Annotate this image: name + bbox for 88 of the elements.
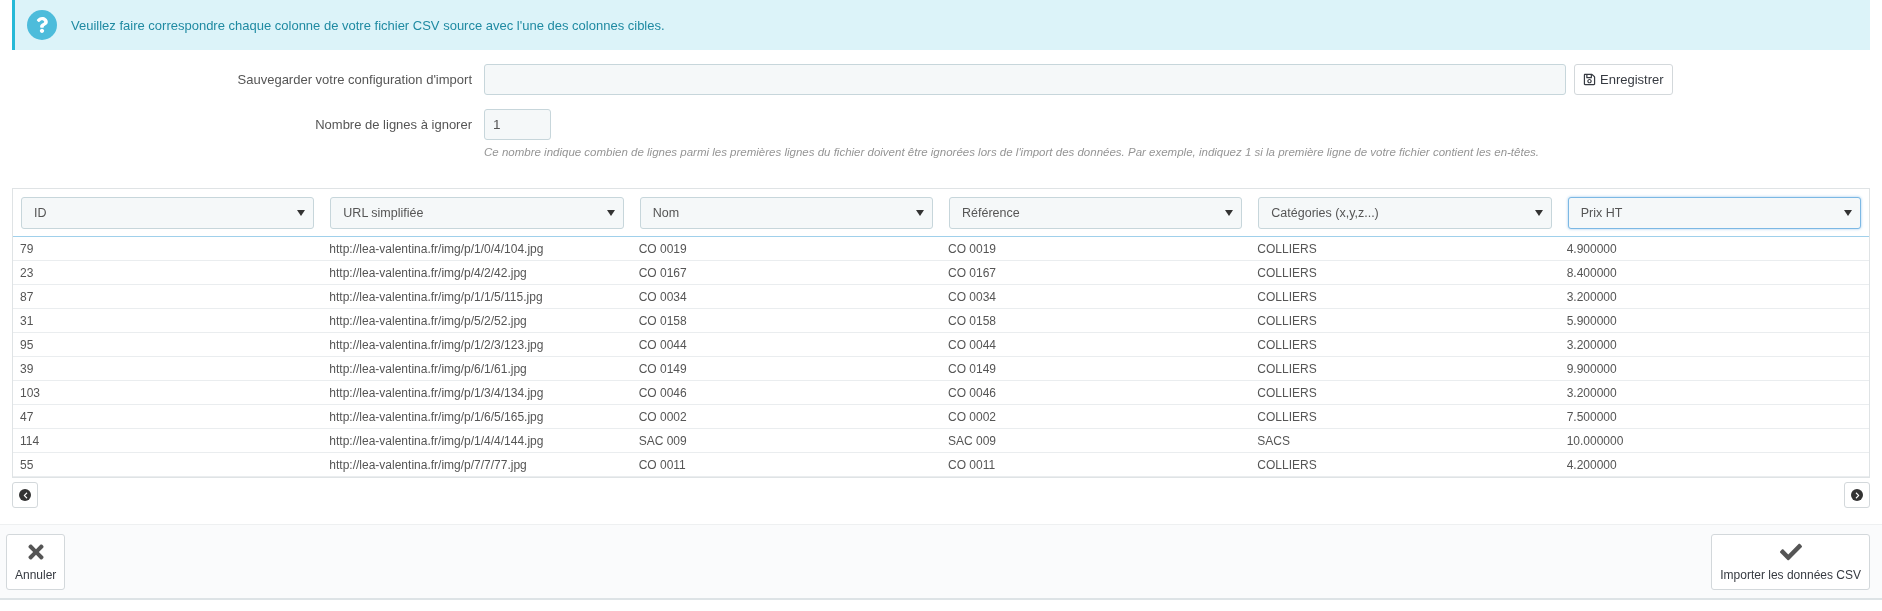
config-name-input[interactable] xyxy=(484,64,1566,95)
caret-icon xyxy=(1225,210,1234,216)
chevron-left-icon xyxy=(19,489,31,501)
caret-icon xyxy=(1844,210,1852,216)
table-cell: COLLIERS xyxy=(1250,285,1560,309)
table-cell: 9.900000 xyxy=(1559,357,1869,381)
field-label: Sauvegarder votre configuration d'import xyxy=(236,72,472,87)
column-select[interactable]: Catégories (x,y,z...) xyxy=(1258,197,1552,229)
next-button[interactable] xyxy=(1844,482,1870,508)
table-cell: CO 0034 xyxy=(631,285,941,309)
caret-icon xyxy=(606,210,615,216)
table-cell: COLLIERS xyxy=(1250,261,1560,285)
table-cell: 114 xyxy=(13,429,323,453)
table-cell: CO 0167 xyxy=(941,261,1251,285)
question-icon xyxy=(27,10,57,40)
table-cell: CO 0019 xyxy=(631,237,941,261)
table-cell: COLLIERS xyxy=(1250,357,1560,381)
column-select[interactable]: Nom xyxy=(639,197,933,229)
table-cell: SAC 009 xyxy=(941,429,1251,453)
table-cell: CO 0011 xyxy=(631,453,941,477)
table-cell: COLLIERS xyxy=(1250,309,1560,333)
table-cell: 87 xyxy=(13,285,323,309)
alert-text: Veuillez faire correspondre chaque colonne de votre fichier CSV source avec l'une des colonnes cibles. xyxy=(71,17,665,33)
table-cell: http://lea-valentina.fr/img/p/5/2/52.jpg xyxy=(322,309,632,333)
table-cell: 3.200000 xyxy=(1559,381,1869,405)
table-cell: CO 0167 xyxy=(631,261,941,285)
table-cell: CO 0034 xyxy=(941,285,1251,309)
help-text: Ce nombre indique combien de lignes parmi les premières lignes du fichier doivent être ignorées lors de l'import des données. Par exemple, indiquez 1 si la première ligne de votre fichier contient les en-têtes. xyxy=(484,146,1540,158)
table-cell: http://lea-valentina.fr/img/p/1/6/5/165.jpg xyxy=(322,405,632,429)
table-cell: CO 0149 xyxy=(941,357,1251,381)
table-cell: 103 xyxy=(13,381,323,405)
save-button[interactable]: Enregistrer xyxy=(1574,64,1673,95)
table-cell: http://lea-valentina.fr/img/p/4/2/42.jpg xyxy=(322,261,632,285)
table-cell: COLLIERS xyxy=(1250,333,1560,357)
table-cell: 39 xyxy=(13,357,323,381)
table-cell: 3.200000 xyxy=(1559,285,1869,309)
table-cell: CO 0158 xyxy=(941,309,1251,333)
table-cell: COLLIERS xyxy=(1250,381,1560,405)
caret-icon xyxy=(1534,210,1543,216)
skip-lines-input[interactable]: 1 xyxy=(484,109,551,140)
table-cell: CO 0019 xyxy=(941,237,1251,261)
table-cell: http://lea-valentina.fr/img/p/1/0/4/104.jpg xyxy=(322,237,632,261)
table-cell: CO 0002 xyxy=(631,405,941,429)
table-cell: SACS xyxy=(1250,429,1560,453)
table-cell: CO 0158 xyxy=(631,309,941,333)
table-cell: CO 0011 xyxy=(941,453,1251,477)
table-cell: 79 xyxy=(13,237,323,261)
previous-button[interactable] xyxy=(12,482,38,508)
column-select[interactable]: URL simplifiée xyxy=(330,197,624,229)
field-label: Nombre de lignes à ignorer xyxy=(314,117,472,132)
table-cell: 47 xyxy=(13,405,323,429)
table-cell: COLLIERS xyxy=(1250,453,1560,477)
table-cell: CO 0149 xyxy=(631,357,941,381)
table-cell: 3.200000 xyxy=(1559,333,1869,357)
table-cell: http://lea-valentina.fr/img/p/1/4/4/144.jpg xyxy=(322,429,632,453)
table-cell: http://lea-valentina.fr/img/p/6/1/61.jpg xyxy=(322,357,632,381)
table-cell: 10.000000 xyxy=(1559,429,1869,453)
table-cell: http://lea-valentina.fr/img/p/1/3/4/134.jpg xyxy=(322,381,632,405)
table-cell: CO 0044 xyxy=(631,333,941,357)
caret-icon xyxy=(916,210,924,216)
table-cell: 31 xyxy=(13,309,323,333)
table-cell: COLLIERS xyxy=(1250,405,1560,429)
table-cell: 23 xyxy=(13,261,323,285)
table-cell: CO 0002 xyxy=(941,405,1251,429)
table-cell: COLLIERS xyxy=(1250,237,1560,261)
table-cell: http://lea-valentina.fr/img/p/1/2/3/123.jpg xyxy=(322,333,632,357)
table-cell: CO 0046 xyxy=(631,381,941,405)
chevron-right-icon xyxy=(1851,489,1863,501)
import-button[interactable]: Importer les données CSV xyxy=(1711,533,1870,590)
table-cell: SAC 009 xyxy=(631,429,941,453)
table-cell: CO 0044 xyxy=(941,333,1251,357)
table-cell: http://lea-valentina.fr/img/p/7/7/77.jpg xyxy=(322,453,632,477)
table-cell: 4.200000 xyxy=(1559,453,1869,477)
save-icon xyxy=(1583,73,1596,86)
column-select[interactable]: Prix HT xyxy=(1567,197,1861,229)
table-cell: 4.900000 xyxy=(1559,237,1869,261)
column-select[interactable]: ID xyxy=(21,197,315,229)
table-cell: 8.400000 xyxy=(1559,261,1869,285)
table-cell: 95 xyxy=(13,333,323,357)
table-cell: 5.900000 xyxy=(1559,309,1869,333)
check-icon xyxy=(1779,541,1802,563)
table-cell: CO 0046 xyxy=(941,381,1251,405)
table-cell: 7.500000 xyxy=(1559,405,1869,429)
caret-icon xyxy=(297,210,306,216)
column-select[interactable]: Référence xyxy=(949,197,1243,229)
cancel-button[interactable]: Annuler xyxy=(6,533,66,590)
table-cell: http://lea-valentina.fr/img/p/1/1/5/115.jpg xyxy=(322,285,632,309)
table-cell: 55 xyxy=(13,453,323,477)
